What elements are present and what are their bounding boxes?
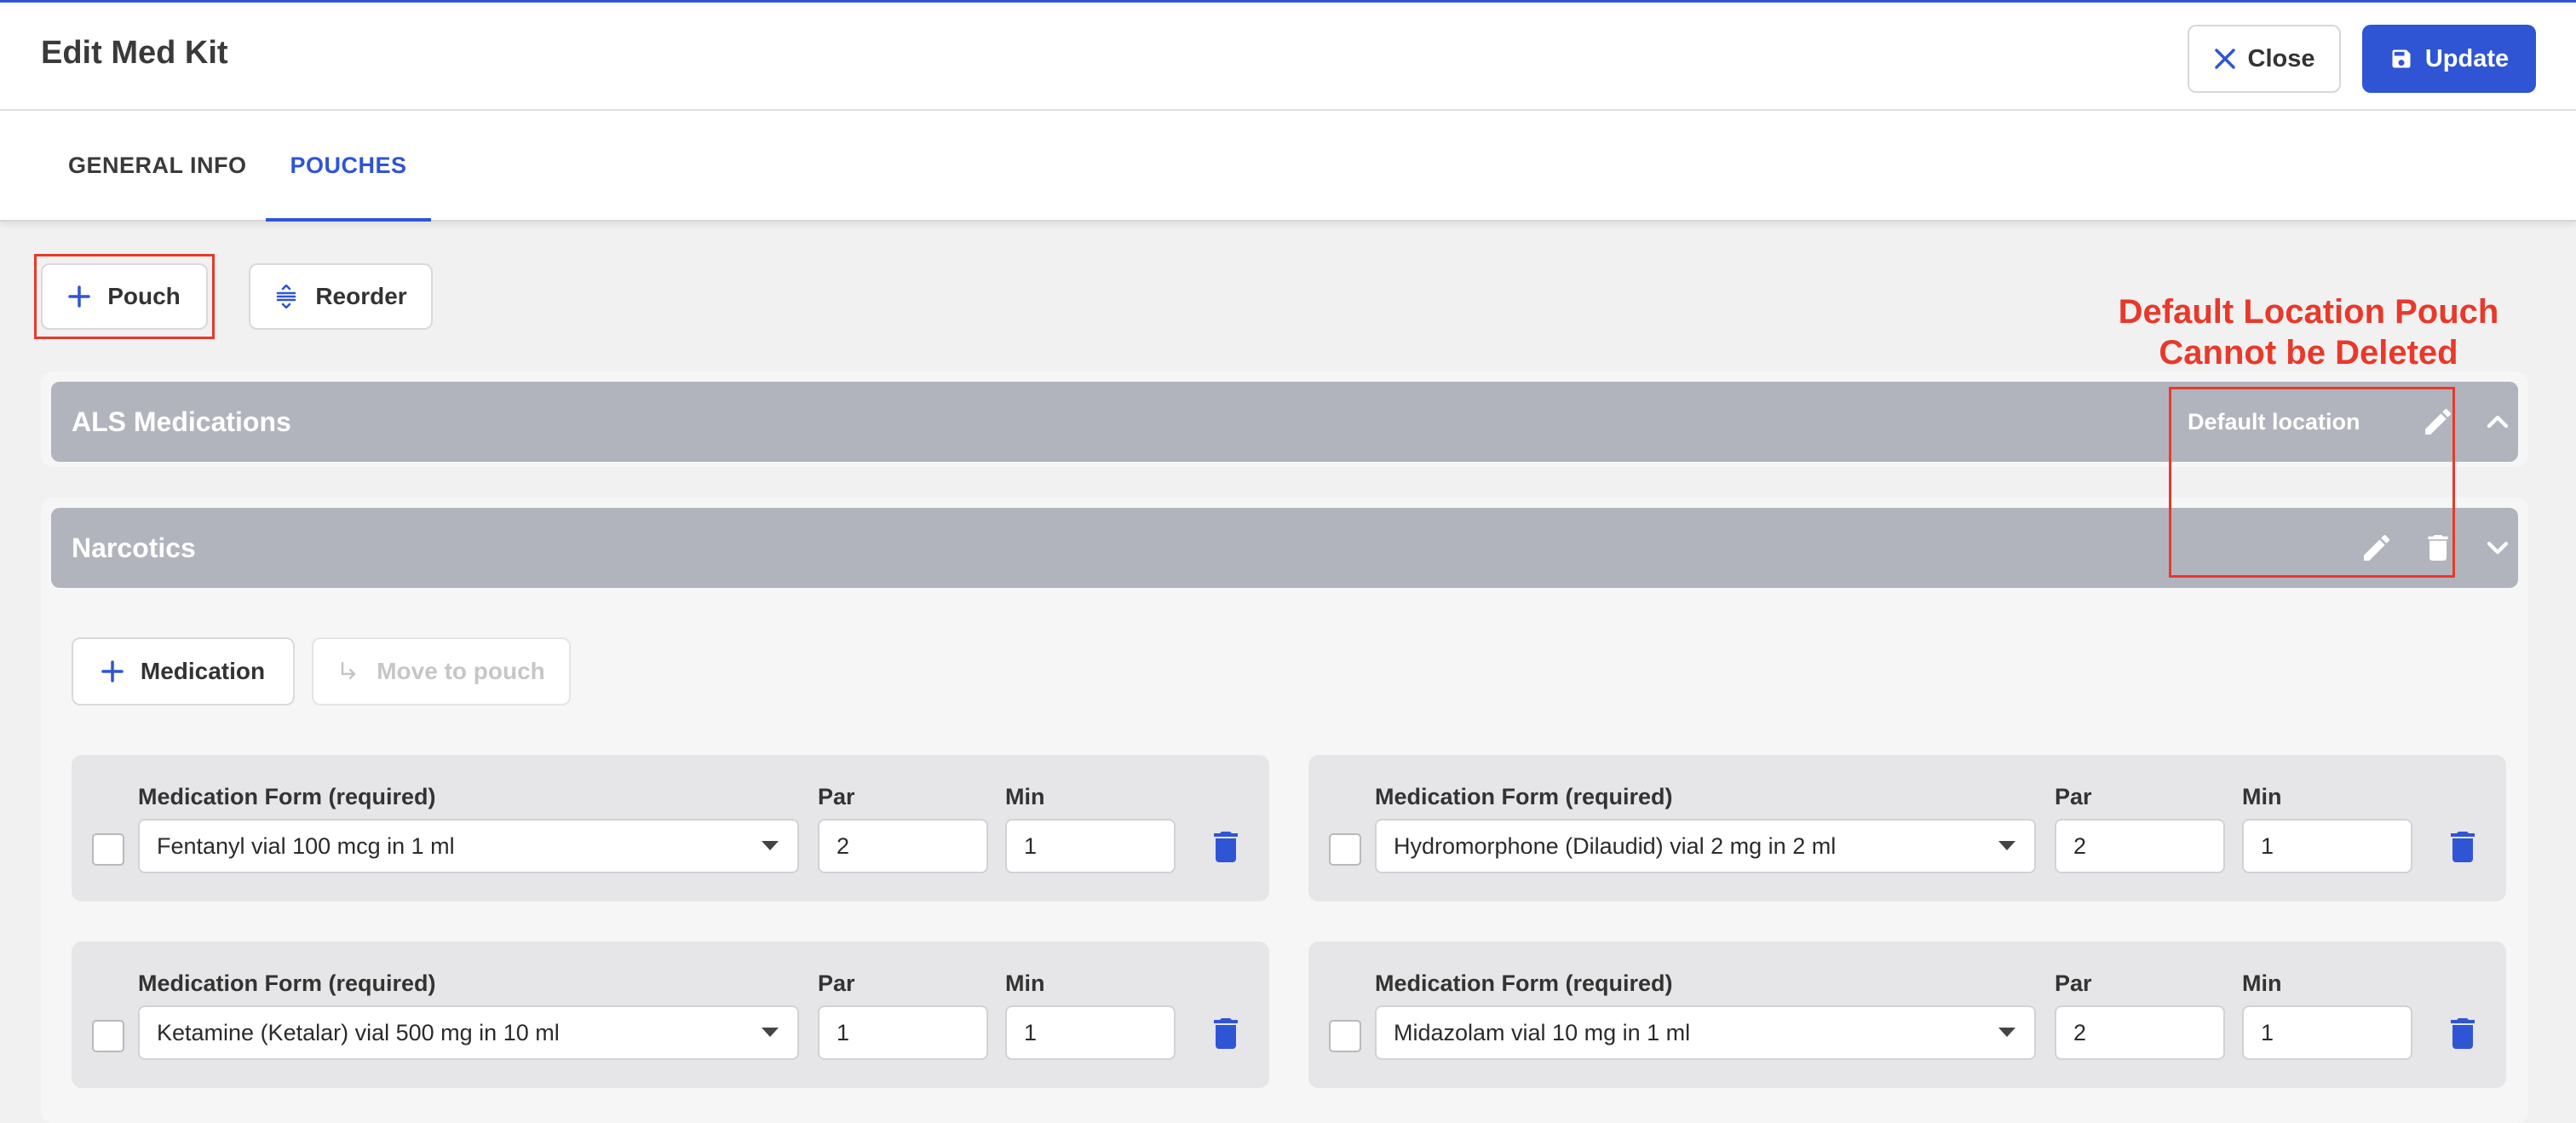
medication-form-label: Medication Form (required) [138, 784, 436, 809]
medication-form-select[interactable]: Fentanyl vial 100 mcg in 1 ml [138, 819, 799, 873]
medication-form-select[interactable]: Hydromorphone (Dilaudid) vial 2 mg in 2 … [1375, 819, 2036, 873]
plus-icon [101, 660, 124, 682]
active-tab-indicator [266, 218, 431, 222]
min-input[interactable]: 1 [1005, 819, 1176, 873]
min-input[interactable]: 1 [1005, 1005, 1176, 1060]
tab-pouches-label: POUCHES [290, 152, 407, 178]
par-input[interactable]: 2 [2055, 819, 2225, 873]
save-icon [2389, 47, 2413, 71]
par-label: Par [2055, 784, 2092, 809]
add-pouch-button[interactable]: Pouch [41, 263, 208, 330]
trash-icon[interactable] [2450, 832, 2475, 862]
reorder-button[interactable]: Reorder [249, 263, 433, 330]
caret-down-icon [1998, 841, 2015, 850]
update-button-label: Update [2424, 44, 2510, 72]
min-label: Min [2242, 970, 2282, 996]
tab-bar: GENERAL INFO POUCHES [0, 111, 2576, 222]
page-header: Edit Med Kit Close Update [0, 0, 2576, 111]
reorder-icon [274, 285, 298, 308]
pouch-panel-narcotics: Narcotics Medication Move to pouch Medic… [41, 498, 2528, 1123]
min-label: Min [1005, 784, 1045, 809]
medication-checkbox[interactable] [1329, 1020, 1361, 1052]
medication-form-value: Midazolam vial 10 mg in 1 ml [1394, 1019, 1691, 1045]
trash-icon[interactable] [1213, 832, 1239, 862]
min-input[interactable]: 1 [2242, 1005, 2412, 1060]
pouch-name: ALS Medications [72, 406, 291, 437]
medication-card: Medication Form (required) Par Min Fenta… [72, 755, 1269, 901]
par-label: Par [2055, 970, 2092, 996]
caret-down-icon [762, 841, 779, 850]
default-location-label: Default location [2188, 408, 2360, 435]
medication-form-value: Ketamine (Ketalar) vial 500 mg in 10 ml [157, 1019, 560, 1045]
medication-form-value: Fentanyl vial 100 mcg in 1 ml [157, 832, 455, 859]
par-label: Par [818, 970, 855, 996]
pouch-name: Narcotics [72, 532, 196, 563]
trash-icon[interactable] [1213, 1018, 1239, 1049]
chevron-up-icon[interactable] [2481, 405, 2515, 439]
move-arrow-icon [337, 660, 359, 682]
annotation-line-2: Cannot be Deleted [2159, 334, 2458, 371]
medication-form-label: Medication Form (required) [1375, 970, 1673, 996]
medication-card: Medication Form (required) Par Min Midaz… [1308, 942, 2506, 1088]
chevron-down-icon[interactable] [2481, 531, 2515, 565]
page-title: Edit Med Kit [41, 35, 228, 71]
medication-card: Medication Form (required) Par Min Ketam… [72, 942, 1269, 1088]
add-pouch-label: Pouch [107, 283, 181, 309]
par-input[interactable]: 1 [818, 1005, 988, 1060]
medication-form-select[interactable]: Midazolam vial 10 mg in 1 ml [1375, 1005, 2036, 1060]
medication-form-label: Medication Form (required) [138, 970, 436, 996]
update-button[interactable]: Update [2362, 25, 2536, 93]
pouch-panel-als-medications: ALS Medications Default location [41, 371, 2528, 467]
trash-icon[interactable] [2450, 1018, 2475, 1049]
tab-general-info[interactable]: GENERAL INFO [68, 111, 247, 220]
min-label: Min [1005, 970, 1045, 996]
medication-form-select[interactable]: Ketamine (Ketalar) vial 500 mg in 10 ml [138, 1005, 799, 1060]
close-button-label: Close [2247, 44, 2315, 72]
par-label: Par [818, 784, 855, 809]
annotation-line-1: Default Location Pouch [2118, 293, 2499, 331]
close-button[interactable]: Close [2188, 25, 2341, 93]
medication-form-value: Hydromorphone (Dilaudid) vial 2 mg in 2 … [1394, 832, 1837, 859]
add-medication-label: Medication [140, 658, 266, 684]
move-to-pouch-label: Move to pouch [377, 658, 545, 684]
medication-checkbox[interactable] [1329, 833, 1361, 866]
min-input[interactable]: 1 [2242, 819, 2412, 873]
add-medication-button[interactable]: Medication [72, 637, 295, 705]
reorder-label: Reorder [315, 283, 407, 309]
min-label: Min [2242, 784, 2282, 809]
annotation-text: Default Location Pouch Cannot be Deleted [2079, 291, 2539, 373]
edit-icon[interactable] [2360, 531, 2394, 565]
medication-checkbox[interactable] [92, 833, 124, 866]
plus-icon [68, 285, 90, 308]
caret-down-icon [762, 1028, 779, 1037]
medication-checkbox[interactable] [92, 1020, 124, 1052]
par-input[interactable]: 2 [818, 819, 988, 873]
medication-card: Medication Form (required) Par Min Hydro… [1308, 755, 2506, 901]
tab-pouches[interactable]: POUCHES [266, 111, 431, 222]
trash-icon[interactable] [2421, 531, 2455, 565]
par-input[interactable]: 2 [2055, 1005, 2225, 1060]
close-icon [2214, 48, 2236, 70]
caret-down-icon [1998, 1028, 2015, 1037]
pouch-header[interactable]: Narcotics [51, 508, 2518, 588]
edit-icon[interactable] [2421, 405, 2455, 439]
medication-form-label: Medication Form (required) [1375, 784, 1673, 809]
pouch-header[interactable]: ALS Medications Default location [51, 382, 2518, 462]
move-to-pouch-button[interactable]: Move to pouch [312, 637, 571, 705]
